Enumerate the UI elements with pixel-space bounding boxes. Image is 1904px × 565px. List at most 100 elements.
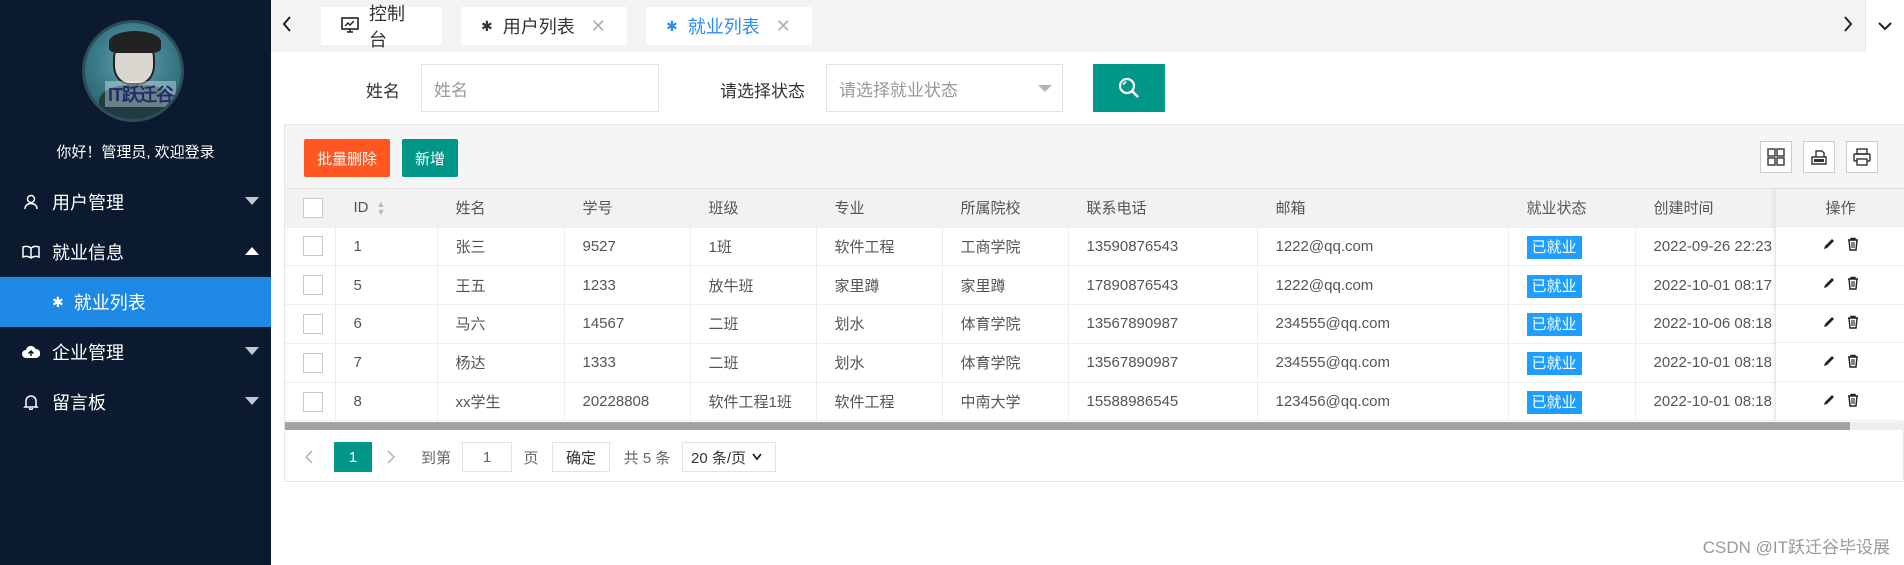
row-checkbox[interactable] — [303, 313, 323, 334]
columns-filter-button[interactable] — [1760, 141, 1792, 173]
chevron-right-icon[interactable] — [381, 442, 401, 472]
cell-created: 2022-09-26 22:23 — [1635, 227, 1776, 267]
total-count: 共 5 条 — [623, 449, 671, 467]
select-all-cell — [285, 189, 336, 228]
cell-phone: 17890876543 — [1068, 265, 1258, 306]
operations-column: 操作 — [1775, 189, 1904, 421]
cell-student-no: 1333 — [564, 343, 691, 383]
batch-delete-button[interactable]: 批量删除 — [304, 139, 390, 177]
bell-icon — [22, 393, 40, 411]
page-unit-label: 页 — [523, 449, 539, 467]
row-select-cell — [285, 265, 336, 306]
column-header-id[interactable]: ID ▲ ▼ — [335, 189, 438, 228]
row-actions — [1776, 305, 1904, 344]
add-button[interactable]: 新增 — [402, 139, 458, 177]
row-select-cell — [285, 382, 336, 422]
edit-icon[interactable] — [1822, 354, 1836, 371]
sidebar-item-employment-info[interactable]: 就业信息 — [0, 227, 271, 277]
horizontal-scrollbar[interactable] — [285, 422, 1904, 430]
status-select[interactable]: 请选择就业状态 — [826, 64, 1063, 112]
goto-page-input[interactable]: 1 — [462, 442, 512, 472]
tab-bar: 控制台 ✱ 用户列表 ✕ ✱ 就业列表 ✕ — [271, 0, 1904, 52]
table-toolbar: 批量删除 新增 — [285, 125, 1904, 189]
palm-icon: ✱ — [481, 17, 493, 34]
cell-name: xx学生 — [437, 382, 565, 422]
page-button-current[interactable]: 1 — [334, 442, 372, 472]
print-button[interactable] — [1846, 141, 1878, 173]
select-all-checkbox[interactable] — [303, 197, 323, 218]
row-select-cell — [285, 343, 336, 383]
sidebar-item-label: 留言板 — [52, 393, 106, 413]
scrollbar-thumb[interactable] — [285, 422, 1850, 430]
status-badge: 已就业 — [1526, 235, 1582, 259]
delete-icon[interactable] — [1846, 315, 1860, 332]
sidebar-subitem-label: 就业列表 — [73, 293, 146, 313]
page-size-value: 20 条/页 — [691, 449, 747, 467]
chevron-right-icon[interactable] — [1842, 14, 1854, 40]
row-checkbox[interactable] — [303, 236, 323, 257]
export-icon — [1811, 150, 1827, 165]
tab-menu-button[interactable] — [1865, 0, 1904, 52]
chevron-left-icon[interactable] — [281, 14, 293, 40]
cell-status: 已就业 — [1508, 265, 1636, 306]
delete-icon[interactable] — [1846, 237, 1860, 254]
edit-icon[interactable] — [1822, 315, 1836, 332]
cell-student-no: 20228808 — [564, 382, 691, 422]
column-header-major: 专业 — [816, 189, 943, 228]
cell-major: 软件工程 — [816, 382, 943, 422]
cell-email: 1222@qq.com — [1257, 227, 1509, 267]
tab-employment-list[interactable]: ✱ 就业列表 ✕ — [646, 7, 812, 45]
name-input[interactable]: 姓名 — [421, 64, 659, 112]
cell-name: 张三 — [437, 227, 565, 267]
sidebar-item-label: 企业管理 — [52, 343, 124, 363]
chevron-left-icon[interactable] — [299, 442, 319, 472]
cell-school: 工商学院 — [942, 227, 1069, 267]
status-placeholder: 请选择就业状态 — [839, 80, 958, 100]
row-checkbox[interactable] — [303, 352, 323, 373]
book-icon — [22, 243, 40, 261]
row-checkbox[interactable] — [303, 391, 323, 412]
column-header-actions: 操作 — [1776, 189, 1904, 227]
page-size-select[interactable]: 20 条/页 — [682, 442, 776, 472]
row-checkbox[interactable] — [303, 275, 323, 296]
user-icon — [22, 193, 40, 211]
watermark: CSDN @IT跃迁谷毕设展 — [1702, 538, 1890, 557]
close-icon[interactable]: ✕ — [776, 16, 791, 37]
delete-icon[interactable] — [1846, 354, 1860, 371]
name-placeholder: 姓名 — [434, 80, 468, 100]
status-label: 请选择状态 — [720, 82, 805, 101]
pagination: 1 到第 1 页 确定 共 5 条 20 条/页 — [285, 438, 1904, 474]
chevron-down-icon — [245, 397, 259, 405]
goto-confirm-button[interactable]: 确定 — [552, 442, 610, 472]
cell-phone: 15588986545 — [1068, 382, 1258, 422]
search-button[interactable] — [1093, 64, 1165, 112]
column-header-status: 就业状态 — [1508, 189, 1636, 228]
sidebar-subitem-employment-list[interactable]: ✱ 就业列表 — [0, 277, 271, 327]
cell-school: 体育学院 — [942, 343, 1069, 383]
close-icon[interactable]: ✕ — [591, 16, 606, 37]
edit-icon[interactable] — [1822, 393, 1836, 410]
cell-status: 已就业 — [1508, 382, 1636, 422]
sidebar-item-company-management[interactable]: 企业管理 — [0, 327, 271, 377]
export-button[interactable] — [1803, 141, 1835, 173]
cell-phone: 13567890987 — [1068, 343, 1258, 383]
name-label: 姓名 — [366, 82, 400, 101]
table-row: 1 张三 9527 1班 软件工程 工商学院 13590876543 1222@… — [285, 227, 1776, 267]
cell-school: 家里蹲 — [942, 265, 1069, 306]
sidebar-item-message-board[interactable]: 留言板 — [0, 377, 271, 427]
palm-icon: ✱ — [52, 293, 64, 310]
tab-label: 用户列表 — [502, 17, 575, 37]
table-header-row: ID ▲ ▼ 姓名 学号 班级 专业 所属院校 联系电话 邮箱 就业状态 创建时间 — [285, 189, 1776, 228]
employment-table: ID ▲ ▼ 姓名 学号 班级 专业 所属院校 联系电话 邮箱 就业状态 创建时间 … — [285, 189, 1776, 422]
cell-id: 6 — [335, 304, 438, 344]
edit-icon[interactable] — [1822, 237, 1836, 254]
sidebar-item-user-management[interactable]: 用户管理 — [0, 177, 271, 227]
sort-icon[interactable]: ▲ ▼ — [377, 200, 386, 217]
delete-icon[interactable] — [1846, 393, 1860, 410]
tab-console[interactable]: 控制台 — [321, 4, 442, 50]
tab-user-list[interactable]: ✱ 用户列表 ✕ — [461, 7, 627, 45]
avatar[interactable]: IT跃迁谷 — [82, 20, 184, 122]
chevron-down-icon — [245, 347, 259, 355]
edit-icon[interactable] — [1822, 276, 1836, 293]
delete-icon[interactable] — [1846, 276, 1860, 293]
